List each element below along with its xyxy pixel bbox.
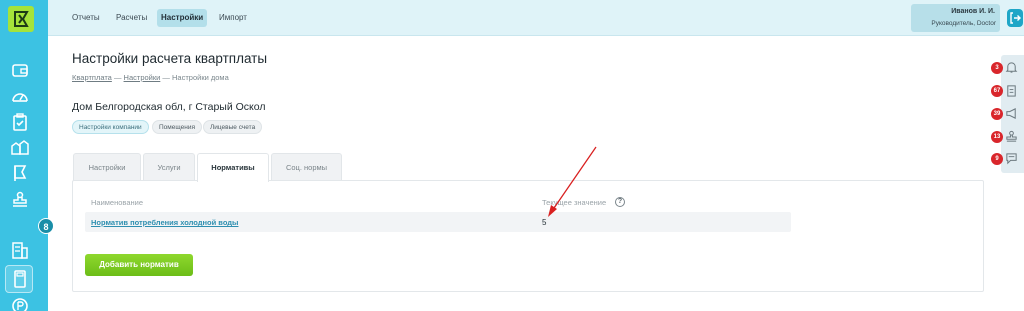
nav-import[interactable]: Импорт bbox=[215, 9, 251, 27]
breadcrumb: Квартплата — Настройки — Настройки дома bbox=[72, 73, 229, 82]
help-icon[interactable]: ? bbox=[615, 197, 625, 207]
chip-company-settings[interactable]: Настройки компании bbox=[72, 120, 149, 134]
breadcrumb-separator: — bbox=[113, 73, 122, 82]
house-title: Дом Белгородская обл, г Старый Оскол bbox=[72, 101, 266, 113]
clipboard-badge: 67 bbox=[991, 85, 1003, 97]
building-icon[interactable] bbox=[10, 240, 30, 260]
app-logo[interactable] bbox=[8, 6, 34, 32]
gauge-icon[interactable] bbox=[10, 86, 30, 106]
clipboard-check-icon[interactable] bbox=[10, 112, 30, 132]
megaphone-icon[interactable] bbox=[1005, 107, 1018, 120]
sidebar-notification-badge: 8 bbox=[38, 218, 54, 234]
megaphone-badge: 39 bbox=[991, 108, 1003, 120]
user-profile[interactable]: Иванов И. И. Руководитель, Doctor bbox=[911, 4, 1000, 32]
stamp-icon[interactable] bbox=[1005, 130, 1018, 143]
chip-personal-accounts[interactable]: Лицевые счета bbox=[203, 120, 263, 134]
coin-icon[interactable] bbox=[10, 296, 30, 311]
user-name: Иванов И. И. bbox=[951, 8, 995, 15]
stamp-badge: 13 bbox=[991, 131, 1003, 143]
top-navigation-bar: Отчеты Расчеты Настройки Импорт Иванов И… bbox=[48, 0, 1024, 36]
breadcrumb-current: Настройки дома bbox=[172, 73, 229, 82]
nav-calculations[interactable]: Расчеты bbox=[112, 9, 151, 27]
tab-norms[interactable]: Нормативы bbox=[197, 153, 269, 182]
calculator-icon[interactable] bbox=[10, 269, 30, 289]
bell-badge: 3 bbox=[991, 62, 1003, 74]
norms-card bbox=[72, 180, 984, 292]
nav-reports[interactable]: Отчеты bbox=[68, 9, 104, 27]
norm-value: 5 bbox=[542, 218, 547, 227]
breadcrumb-separator: — bbox=[162, 73, 170, 82]
norm-name-link[interactable]: Норматив потребления холодной воды bbox=[91, 218, 238, 227]
logout-icon[interactable] bbox=[1006, 8, 1024, 28]
chip-premises[interactable]: Помещения bbox=[152, 120, 203, 134]
chat-badge: 9 bbox=[991, 153, 1003, 165]
wallet-icon[interactable] bbox=[10, 60, 30, 80]
page-title: Настройки расчета квартплаты bbox=[72, 51, 268, 66]
tab-social-norms[interactable]: Соц. нормы bbox=[271, 153, 342, 181]
tab-settings[interactable]: Настройки bbox=[73, 153, 141, 181]
stamp-icon[interactable] bbox=[10, 190, 30, 210]
logo-k-icon bbox=[14, 11, 29, 27]
column-header-current-value: Текущее значение bbox=[542, 198, 607, 207]
flag-icon[interactable] bbox=[10, 163, 30, 183]
tab-services[interactable]: Услуги bbox=[143, 153, 195, 181]
houses-icon[interactable] bbox=[10, 137, 30, 157]
clipboard-icon[interactable] bbox=[1005, 84, 1018, 97]
nav-settings[interactable]: Настройки bbox=[157, 9, 208, 27]
breadcrumb-settings[interactable]: Настройки bbox=[124, 73, 161, 82]
add-norm-button[interactable]: Добавить норматив bbox=[85, 254, 193, 276]
breadcrumb-rent[interactable]: Квартплата bbox=[72, 73, 112, 82]
chat-icon[interactable] bbox=[1005, 152, 1018, 165]
column-header-name: Наименование bbox=[91, 198, 143, 207]
user-role: Руководитель, Doctor bbox=[931, 20, 996, 27]
left-sidebar: 8 bbox=[0, 0, 54, 311]
bell-icon[interactable] bbox=[1005, 61, 1018, 74]
